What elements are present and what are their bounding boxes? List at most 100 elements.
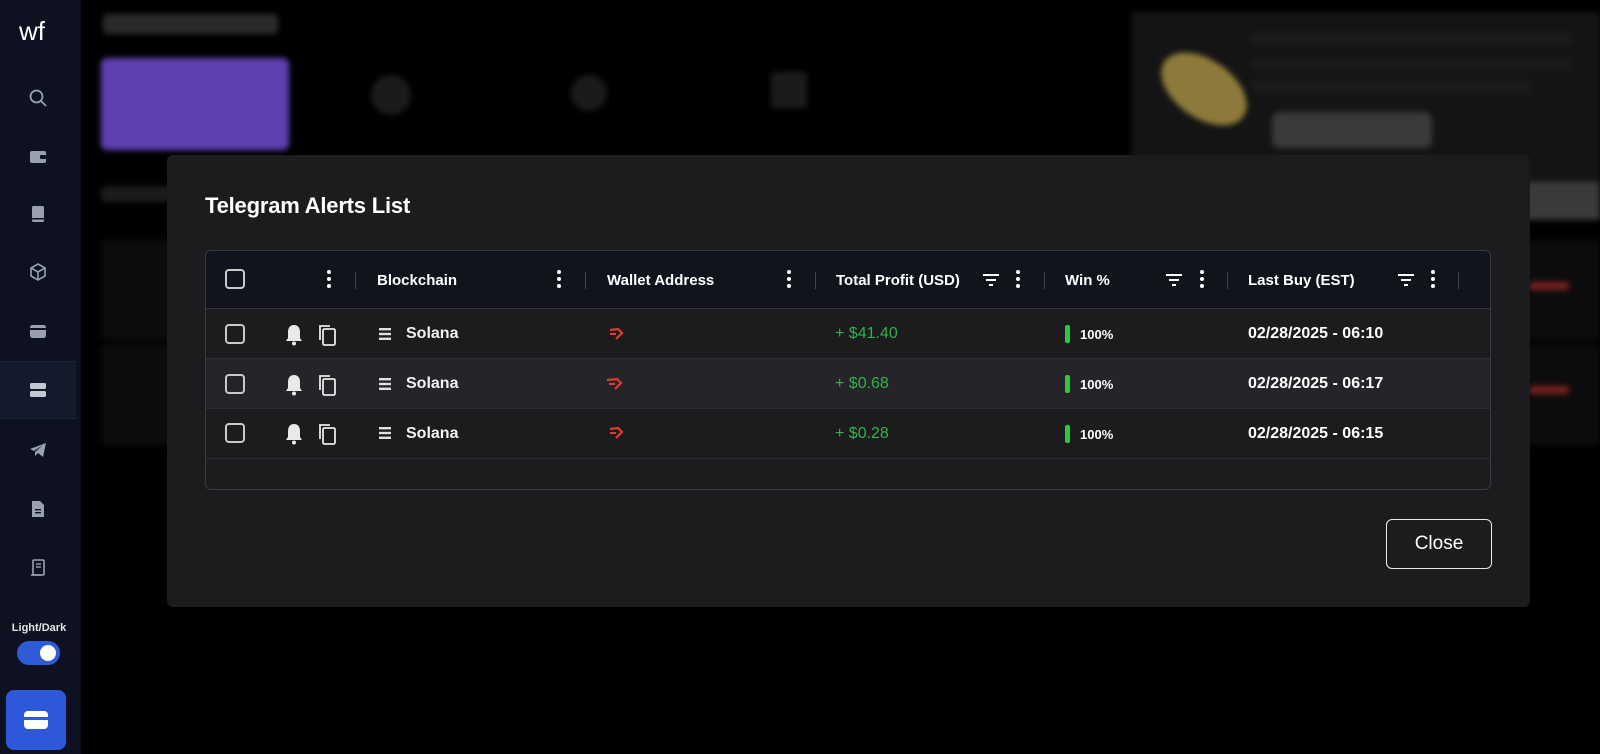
copy-icon[interactable] xyxy=(317,324,337,346)
sidebar-item-book[interactable] xyxy=(0,185,76,243)
column-header-total-profit[interactable]: Total Profit (USD) xyxy=(836,251,960,309)
table-row[interactable]: Solana + $0.68 100% 02/28/2025 - 06:17 xyxy=(206,359,1490,409)
bg-red-mark xyxy=(1529,282,1569,290)
sidebar-item-document[interactable] xyxy=(0,480,76,538)
column-header-wallet-address[interactable]: Wallet Address xyxy=(607,251,714,309)
document-icon xyxy=(32,501,44,517)
table-header: Blockchain Wallet Address Total Profit (… xyxy=(206,251,1490,309)
row-checkbox[interactable] xyxy=(225,374,245,394)
bg-text-line xyxy=(1251,32,1571,46)
modal-title: Telegram Alerts List xyxy=(205,193,411,218)
win-bar xyxy=(1065,425,1070,443)
column-menu-icon[interactable] xyxy=(557,270,561,290)
server-icon xyxy=(30,383,46,397)
cube-icon xyxy=(30,263,46,281)
column-separator[interactable] xyxy=(815,272,816,289)
bell-icon[interactable] xyxy=(284,374,304,396)
solana-icon xyxy=(379,427,391,439)
column-menu-icon[interactable] xyxy=(1431,270,1435,290)
sidebar-item-cube[interactable] xyxy=(0,243,76,301)
toggle-knob xyxy=(40,645,56,661)
column-separator[interactable] xyxy=(1044,272,1045,289)
sidebar: wf Light/Dark xyxy=(0,0,81,754)
copy-icon[interactable] xyxy=(317,423,337,445)
win-percent-value: 100% xyxy=(1080,326,1114,342)
bg-active-card xyxy=(101,58,289,150)
column-header-blockchain[interactable]: Blockchain xyxy=(377,251,457,309)
bg-title-placeholder xyxy=(103,14,278,34)
solana-icon xyxy=(379,378,391,390)
total-profit: + $41.40 xyxy=(835,325,898,342)
last-buy-date: 02/28/2025 - 06:15 xyxy=(1248,425,1384,442)
blockchain-name: Solana xyxy=(406,375,459,392)
receipt-icon xyxy=(31,559,45,576)
alerts-table: Blockchain Wallet Address Total Profit (… xyxy=(205,250,1491,490)
table-row[interactable]: Solana + $0.28 100% 02/28/2025 - 06:15 xyxy=(206,409,1490,459)
telegram-icon xyxy=(30,443,46,457)
wallet-link-icon[interactable] xyxy=(608,327,624,341)
win-percent: 100% xyxy=(1065,359,1113,409)
bg-ghost-icon xyxy=(571,75,607,111)
wallet-link-icon[interactable] xyxy=(606,377,624,391)
sidebar-item-search[interactable] xyxy=(0,69,76,127)
column-separator[interactable] xyxy=(355,272,356,289)
last-buy-date: 02/28/2025 - 06:10 xyxy=(1248,325,1384,342)
filter-icon[interactable] xyxy=(982,272,1000,288)
bell-icon[interactable] xyxy=(284,423,304,445)
bg-button xyxy=(1272,112,1432,148)
book-icon xyxy=(32,206,44,222)
column-separator[interactable] xyxy=(1227,272,1228,289)
blockchain-name: Solana xyxy=(406,425,459,442)
sidebar-item-receipt[interactable] xyxy=(0,539,76,597)
svg-text:wf: wf xyxy=(18,16,46,46)
table-row[interactable]: Solana + $41.40 100% 02/28/2025 - 06:10 xyxy=(206,309,1490,359)
win-percent: 100% xyxy=(1065,409,1113,459)
column-menu-icon[interactable] xyxy=(1016,270,1020,290)
column-separator[interactable] xyxy=(1458,272,1459,289)
total-profit: + $0.68 xyxy=(835,375,889,392)
blockchain-name: Solana xyxy=(406,325,459,342)
wallet-connect-button[interactable] xyxy=(6,690,66,750)
win-percent-value: 100% xyxy=(1080,426,1114,442)
telegram-alerts-modal: Telegram Alerts List Blockchain Wallet A… xyxy=(167,155,1530,607)
select-all-checkbox[interactable] xyxy=(225,269,245,289)
win-percent-value: 100% xyxy=(1080,376,1114,392)
filter-icon[interactable] xyxy=(1397,272,1415,288)
column-separator[interactable] xyxy=(585,272,586,289)
bg-ghost-icon xyxy=(371,75,411,115)
wallet-link-icon[interactable] xyxy=(608,426,624,440)
sidebar-item-wallet[interactable] xyxy=(0,127,76,185)
column-header-last-buy[interactable]: Last Buy (EST) xyxy=(1248,251,1355,309)
wallet-icon xyxy=(30,151,46,163)
column-menu-icon[interactable] xyxy=(1200,270,1204,290)
win-percent: 100% xyxy=(1065,309,1113,359)
row-checkbox[interactable] xyxy=(225,324,245,344)
wallet-card-icon xyxy=(24,711,48,729)
bg-text-line xyxy=(1251,80,1531,92)
bg-ghost-icon xyxy=(771,72,807,108)
bg-text-line xyxy=(101,186,171,202)
sidebar-item-server[interactable] xyxy=(0,361,76,419)
search-icon xyxy=(29,89,47,107)
row-checkbox[interactable] xyxy=(225,423,245,443)
theme-toggle[interactable] xyxy=(17,641,60,665)
column-menu-icon[interactable] xyxy=(327,270,331,290)
win-bar xyxy=(1065,375,1070,393)
win-bar xyxy=(1065,325,1070,343)
sidebar-item-card[interactable] xyxy=(0,302,76,360)
bg-text-line xyxy=(1251,58,1571,70)
sidebar-item-telegram[interactable] xyxy=(0,421,76,479)
column-header-win-percent[interactable]: Win % xyxy=(1065,251,1110,309)
total-profit: + $0.28 xyxy=(835,425,889,442)
theme-toggle-label: Light/Dark xyxy=(11,622,67,634)
last-buy-date: 02/28/2025 - 06:17 xyxy=(1248,375,1384,392)
app-logo[interactable]: wf xyxy=(18,16,62,46)
bg-red-mark xyxy=(1529,386,1569,394)
bell-icon[interactable] xyxy=(284,324,304,346)
close-button[interactable]: Close xyxy=(1386,519,1492,569)
card-icon xyxy=(30,325,46,338)
solana-icon xyxy=(379,328,391,340)
column-menu-icon[interactable] xyxy=(787,270,791,290)
filter-icon[interactable] xyxy=(1165,272,1183,288)
copy-icon[interactable] xyxy=(317,374,337,396)
